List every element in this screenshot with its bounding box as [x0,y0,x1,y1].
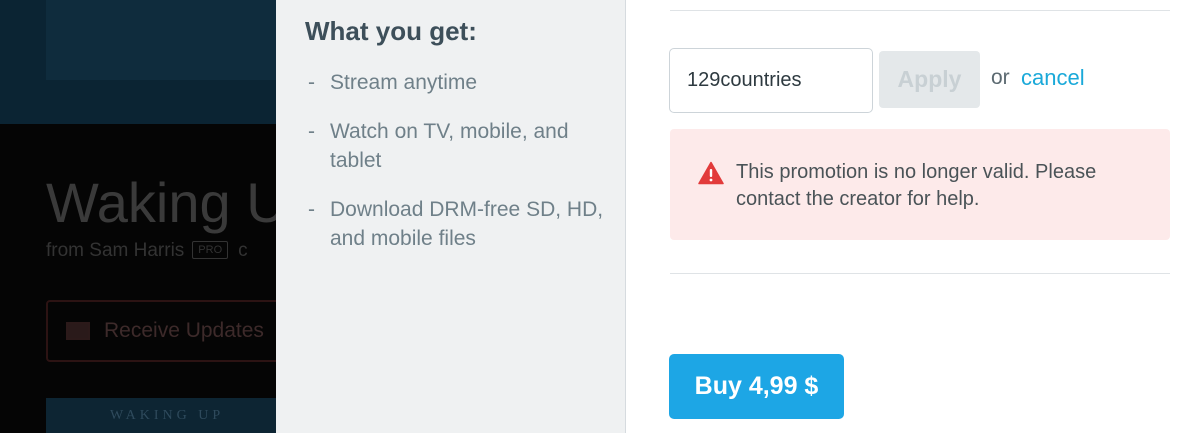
features-title: What you get: [305,16,477,46]
divider [670,10,1170,11]
feature-text: Stream anytime [330,71,478,94]
feature-item: - Stream anytime [308,68,608,97]
video-thumbnail[interactable]: WAKING UP [46,398,286,433]
cancel-link[interactable]: cancel [1021,65,1085,91]
creator-byline: from Sam Harris PRO c [46,240,248,262]
hero-banner [0,0,286,124]
feature-text: Download DRM-free SD, HD, and mobile fil… [330,198,604,250]
feature-item: - Watch on TV, mobile, and tablet [308,117,608,175]
receive-updates-button[interactable]: Receive Updates [46,300,306,362]
warning-triangle-icon [698,161,724,185]
list-dash: - [308,71,315,94]
promo-code-input[interactable] [669,48,873,113]
receive-updates-label: Receive Updates [104,319,264,342]
feature-text: Watch on TV, mobile, and tablet [330,120,569,172]
checkout-panel: Apply or cancel This promotion is no lon… [626,0,1200,433]
video-title: Waking U [46,171,287,234]
creator-name: from Sam Harris [46,240,185,261]
list-dash: - [308,198,315,221]
apply-button[interactable]: Apply [879,51,980,108]
features-panel: What you get: - Stream anytime - Watch o… [276,0,626,433]
features-list: - Stream anytime - Watch on TV, mobile, … [308,68,608,273]
hero-image [46,0,286,80]
byline-suffix: c [238,240,248,261]
buy-button[interactable]: Buy 4,99 $ [669,354,844,419]
error-message: This promotion is no longer valid. Pleas… [736,161,1097,210]
mail-icon [66,322,90,340]
list-dash: - [308,120,315,143]
thumbnail-text: WAKING UP [110,408,225,423]
or-text: or [991,66,1010,89]
error-alert: This promotion is no longer valid. Pleas… [670,129,1170,240]
pro-badge: PRO [192,241,229,259]
divider [670,273,1170,274]
feature-item: - Download DRM-free SD, HD, and mobile f… [308,195,608,253]
